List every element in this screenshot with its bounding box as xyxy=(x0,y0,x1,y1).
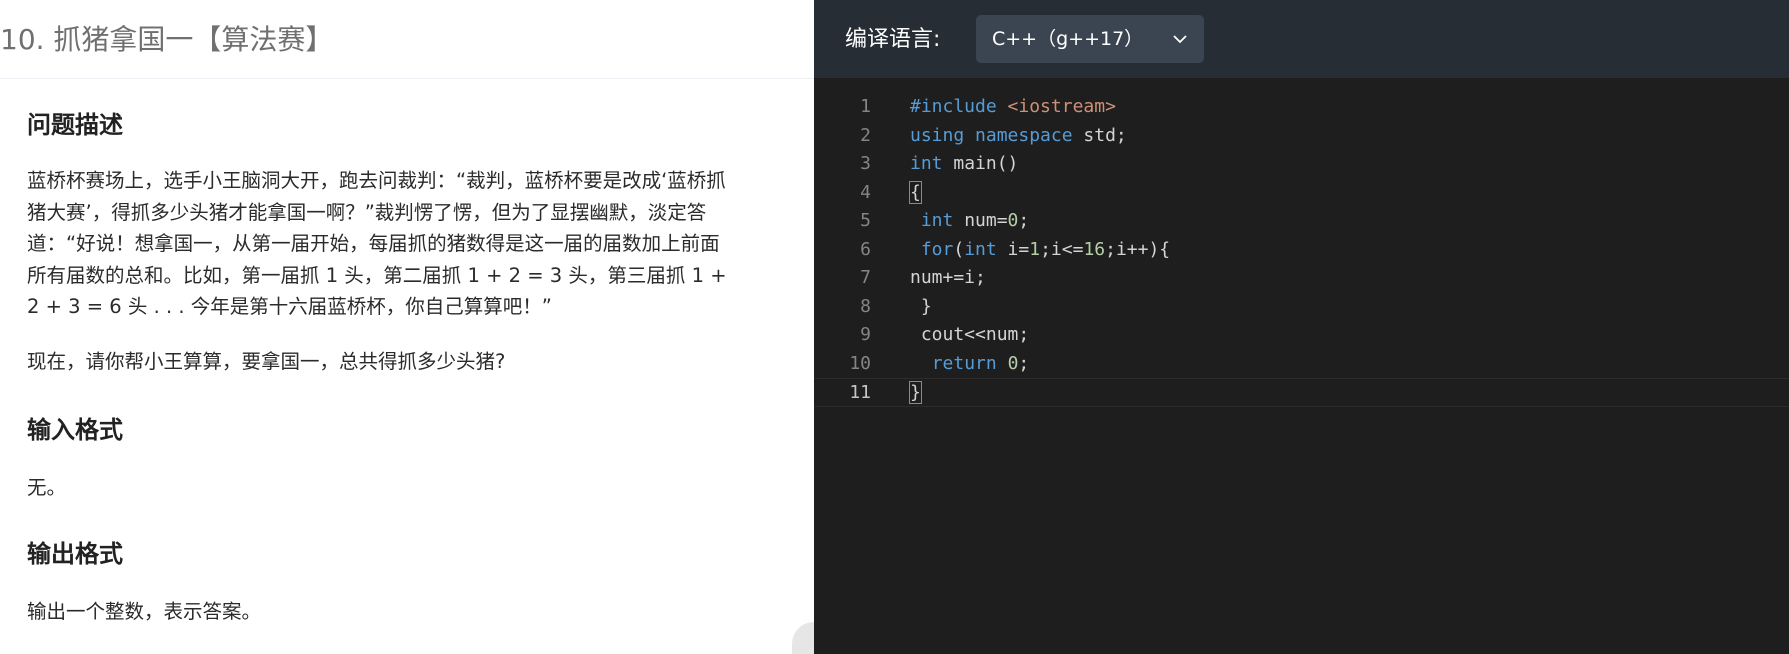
code-text: return 0; xyxy=(931,352,1030,374)
language-label: 编译语言: xyxy=(845,27,941,52)
line-number: 10 xyxy=(849,352,871,374)
code-text: int num=0; xyxy=(920,210,1030,231)
code-text: } xyxy=(909,381,922,404)
output-format-heading: 输出格式 xyxy=(27,540,123,568)
code-text: { xyxy=(909,180,922,204)
code-editor-panel: 编译语言: C++（g++17） 1 #include <iostream> 2… xyxy=(814,0,1789,654)
code-text: for(int i=1;i<=16;i++){ xyxy=(920,238,1171,260)
description-line: 所有届数的总和。比如，第一届抓 1 头，第二届抓 1 + 2 = 3 头，第三届… xyxy=(27,263,727,287)
line-number: 11 xyxy=(849,382,871,403)
code-line: 3 int main() xyxy=(814,150,1789,179)
input-format-heading: 输入格式 xyxy=(27,416,123,444)
code-line: 10 return 0; xyxy=(814,350,1789,379)
code-text: } xyxy=(910,295,932,317)
description-line: 蓝桥杯赛场上，选手小王脑洞大开，跑去问裁判：“裁判，蓝桥杯要是改成‘蓝桥抓 xyxy=(27,169,726,192)
language-select[interactable]: C++（g++17） xyxy=(976,15,1204,63)
code-line: 2 using namespace std; xyxy=(814,122,1789,151)
input-format-text: 无。 xyxy=(27,476,67,499)
chevron-down-icon xyxy=(1173,35,1187,44)
line-number: 2 xyxy=(860,124,871,146)
code-line: 9 cout<<num; xyxy=(814,321,1789,350)
code-editor[interactable]: 1 #include <iostream> 2 using namespace … xyxy=(814,78,1789,654)
description-heading: 问题描述 xyxy=(27,111,123,139)
code-text: #include <iostream> xyxy=(910,96,1116,117)
line-number: 3 xyxy=(860,153,871,174)
description-line: 2 + 3 = 6 头 . . . 今年是第十六届蓝桥杯，你自己算算吧！” xyxy=(27,295,552,318)
output-format-text: 输出一个整数，表示答案。 xyxy=(27,600,262,623)
code-line: 7 num+=i; xyxy=(814,264,1789,293)
code-text: using namespace std; xyxy=(910,124,1127,146)
code-line: 5 int num=0; xyxy=(814,207,1789,236)
title-divider xyxy=(0,78,814,79)
line-number: 9 xyxy=(860,324,871,345)
language-selected-value: C++（g++17） xyxy=(992,28,1144,50)
language-toolbar: 编译语言: C++（g++17） xyxy=(814,0,1789,78)
line-number: 7 xyxy=(860,267,871,288)
code-line: 4 { xyxy=(814,179,1789,208)
description-text: 蓝桥杯赛场上，选手小王脑洞大开，跑去问裁判：“裁判，蓝桥杯要是改成‘蓝桥抓 猪大… xyxy=(27,165,782,323)
line-number: 8 xyxy=(860,295,871,317)
line-number: 1 xyxy=(860,96,871,117)
line-number: 5 xyxy=(860,210,871,231)
code-text: num+=i; xyxy=(910,267,986,288)
code-line: 8 } xyxy=(814,293,1789,322)
problem-panel: 10. 抓猪拿国一【算法赛】 问题描述 蓝桥杯赛场上，选手小王脑洞大开，跑去问裁… xyxy=(0,0,814,654)
code-line: 6 for(int i=1;i<=16;i++){ xyxy=(814,236,1789,265)
line-number: 6 xyxy=(860,238,871,260)
code-text: cout<<num; xyxy=(910,324,1030,345)
panel-splitter-handle[interactable] xyxy=(792,622,814,654)
code-line-active: 11 } xyxy=(814,378,1789,407)
question-text: 现在，请你帮小王算算，要拿国一，总共得抓多少头猪? xyxy=(27,350,506,373)
code-text: int main() xyxy=(910,153,1019,174)
description-line: 道：“好说！想拿国一，从第一届开始，每届抓的猪数得是这一届的届数加上前面 xyxy=(27,232,720,255)
problem-title: 10. 抓猪拿国一【算法赛】 xyxy=(0,23,334,56)
code-line: 1 #include <iostream> xyxy=(814,93,1789,122)
description-line: 猪大赛’，得抓多少头猪才能拿国一啊？”裁判愣了愣，但为了显摆幽默，淡定答 xyxy=(27,200,707,224)
line-number: 4 xyxy=(860,181,871,203)
